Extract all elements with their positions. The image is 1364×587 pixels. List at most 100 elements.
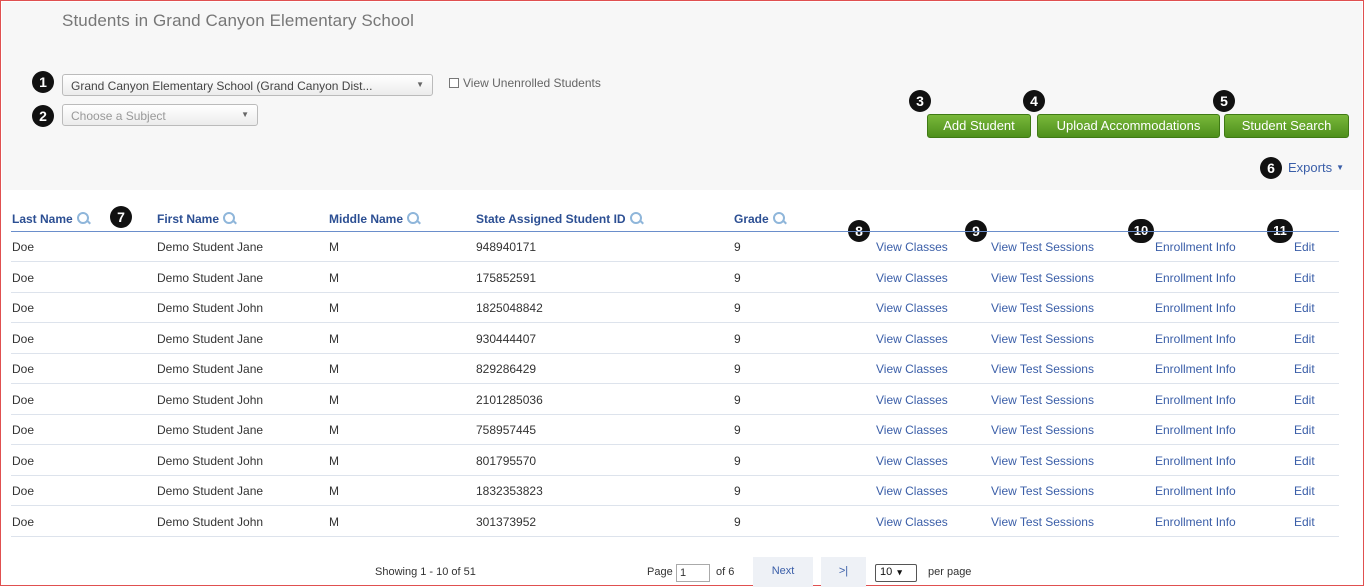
view-test-sessions-link[interactable]: View Test Sessions [991,454,1094,468]
view-classes-link[interactable]: View Classes [876,362,948,376]
enrollment-info-link[interactable]: Enrollment Info [1155,423,1236,437]
page-frame: Students in Grand Canyon Elementary Scho… [0,0,1364,587]
enrollment-info-link[interactable]: Enrollment Info [1155,271,1236,285]
column-header-student-id[interactable]: State Assigned Student ID [476,212,645,226]
view-test-sessions-link[interactable]: View Test Sessions [991,484,1094,498]
last-page-button[interactable]: >| [821,557,866,587]
view-test-sessions-link[interactable]: View Test Sessions [991,332,1094,346]
cell-grade: 9 [734,453,741,468]
cell-first-name: Demo Student John [157,514,264,529]
cell-grade: 9 [734,392,741,407]
callout-5: 5 [1213,90,1235,112]
add-student-button[interactable]: Add Student [927,114,1031,138]
cell-student-id: 1832353823 [476,484,543,498]
view-test-sessions-link[interactable]: View Test Sessions [991,301,1094,315]
edit-link[interactable]: Edit [1294,393,1315,407]
column-label-last-name: Last Name [12,212,73,226]
view-test-sessions-link[interactable]: View Test Sessions [991,271,1094,285]
cell-grade: 9 [734,423,741,437]
cell-student-id: 948940171 [476,240,537,254]
edit-link[interactable]: Edit [1294,515,1315,529]
enrollment-info-link[interactable]: Enrollment Info [1155,301,1236,315]
view-unenrolled-toggle[interactable]: View Unenrolled Students [449,76,601,90]
view-unenrolled-checkbox[interactable] [449,78,459,88]
edit-link[interactable]: Edit [1294,301,1315,315]
view-classes-link[interactable]: View Classes [876,484,948,498]
enrollment-info-link[interactable]: Enrollment Info [1155,362,1236,376]
cell-first-name: Demo Student John [157,392,264,407]
page-number-input[interactable] [676,564,710,582]
view-test-sessions-link[interactable]: View Test Sessions [991,362,1094,376]
cell-student-id: 930444407 [476,331,537,346]
edit-link[interactable]: Edit [1294,423,1315,437]
cell-middle-name: M [329,453,339,468]
enrollment-info-link[interactable]: Enrollment Info [1155,454,1236,468]
cell-first-name: Demo Student John [157,301,264,315]
student-search-button[interactable]: Student Search [1224,114,1349,138]
view-test-sessions-link[interactable]: View Test Sessions [991,515,1094,529]
view-classes-link[interactable]: View Classes [876,423,948,437]
table-row: Doe Demo Student John M 801795570 9 View Clas… [11,446,1339,476]
cell-grade: 9 [734,484,741,498]
cell-middle-name: M [329,514,339,529]
view-test-sessions-link[interactable]: View Test Sessions [991,393,1094,407]
edit-link[interactable]: Edit [1294,271,1315,285]
view-classes-link[interactable]: View Classes [876,240,948,254]
cell-grade: 9 [734,514,741,529]
edit-link[interactable]: Edit [1294,332,1315,346]
edit-link[interactable]: Edit [1294,240,1315,254]
callout-6: 6 [1260,157,1282,179]
callout-4: 4 [1023,90,1045,112]
table-row: Doe Demo Student Jane M 758957445 9 View Clas… [11,415,1339,445]
cell-grade: 9 [734,270,741,285]
column-header-grade[interactable]: Grade [734,212,788,226]
cell-first-name: Demo Student Jane [157,423,264,437]
enrollment-info-link[interactable]: Enrollment Info [1155,484,1236,498]
view-classes-link[interactable]: View Classes [876,271,948,285]
enrollment-info-link[interactable]: Enrollment Info [1155,332,1236,346]
school-select[interactable]: Grand Canyon Elementary School (Grand Ca… [62,74,433,96]
search-icon[interactable] [406,212,422,226]
search-icon[interactable] [76,212,92,226]
table-row: Doe Demo Student Jane M 948940171 9 View Clas… [11,232,1339,262]
column-header-first-name[interactable]: First Name [157,212,238,226]
view-classes-link[interactable]: View Classes [876,454,948,468]
page-label: Page [647,566,673,578]
cell-student-id: 758957445 [476,423,537,437]
edit-link[interactable]: Edit [1294,454,1315,468]
cell-last-name: Doe [12,362,35,376]
search-icon[interactable] [222,212,238,226]
column-header-last-name[interactable]: Last Name [12,212,92,226]
view-classes-link[interactable]: View Classes [876,332,948,346]
enrollment-info-link[interactable]: Enrollment Info [1155,515,1236,529]
view-classes-link[interactable]: View Classes [876,515,948,529]
next-page-button[interactable]: Next [753,557,813,587]
view-test-sessions-link[interactable]: View Test Sessions [991,423,1094,437]
column-header-middle-name[interactable]: Middle Name [329,212,422,226]
cell-last-name: Doe [12,514,35,529]
view-classes-link[interactable]: View Classes [876,393,948,407]
enrollment-info-link[interactable]: Enrollment Info [1155,240,1236,254]
cell-grade: 9 [734,331,741,346]
exports-menu[interactable]: Exports ▼ [1288,160,1344,175]
cell-last-name: Doe [12,392,35,407]
cell-last-name: Doe [12,331,35,346]
subject-select[interactable]: Choose a Subject ▼ [62,104,258,126]
chevron-down-icon: ▼ [416,80,424,89]
showing-count: Showing 1 - 10 of 51 [375,566,476,578]
cell-first-name: Demo Student Jane [157,240,264,254]
chevron-down-icon: ▾ [897,567,902,577]
page-count: of 6 [716,566,735,578]
cell-student-id: 175852591 [476,270,537,285]
upload-accommodations-button[interactable]: Upload Accommodations [1037,114,1220,138]
view-test-sessions-link[interactable]: View Test Sessions [991,240,1094,254]
per-page-select[interactable]: 10 ▾ [875,564,917,582]
edit-link[interactable]: Edit [1294,362,1315,376]
enrollment-info-link[interactable]: Enrollment Info [1155,393,1236,407]
search-icon[interactable] [772,212,788,226]
cell-first-name: Demo Student Jane [157,331,264,346]
search-icon[interactable] [629,212,645,226]
subject-select-placeholder: Choose a Subject [71,109,166,123]
view-classes-link[interactable]: View Classes [876,301,948,315]
edit-link[interactable]: Edit [1294,484,1315,498]
